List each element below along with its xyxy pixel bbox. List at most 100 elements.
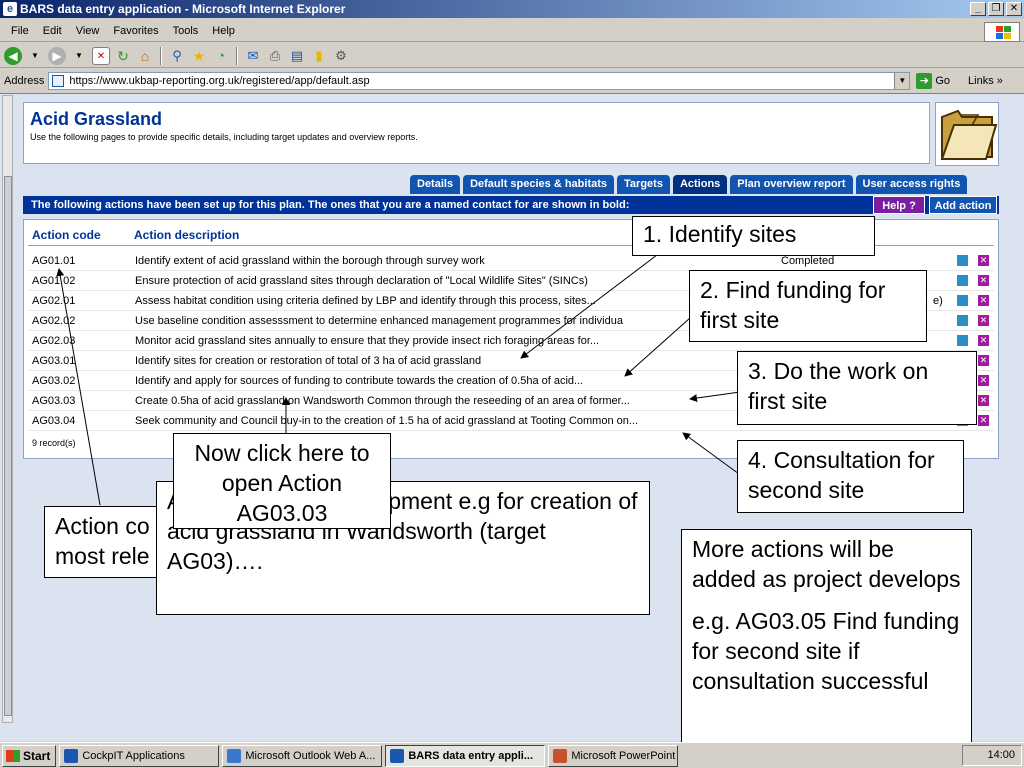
column-header-code[interactable]: Action code xyxy=(32,228,101,242)
window-title: BARS data entry application - Microsoft … xyxy=(20,2,346,16)
action-description[interactable]: Identify and apply for sources of fundin… xyxy=(135,371,583,391)
favorites-icon[interactable]: ★ xyxy=(190,47,208,65)
callout-find-funding: 2. Find funding for first site xyxy=(689,270,927,342)
action-code[interactable]: AG02.02 xyxy=(32,311,75,331)
action-description[interactable]: Identify sites for creation or restorati… xyxy=(135,351,481,371)
clock: 14:00 xyxy=(987,749,1015,761)
tab-plan-overview-report[interactable]: Plan overview report xyxy=(730,175,853,194)
delete-action-icon[interactable]: ✕ xyxy=(978,275,989,286)
go-button[interactable]: ➔ Go xyxy=(916,73,950,89)
history-icon[interactable]: ◔ xyxy=(212,47,230,65)
go-arrow-icon: ➔ xyxy=(916,73,933,89)
action-description[interactable]: Seek community and Council buy-in to the… xyxy=(135,411,638,431)
menu-help[interactable]: Help xyxy=(205,25,242,37)
menu-edit[interactable]: Edit xyxy=(36,25,69,37)
restore-button[interactable]: ❐ xyxy=(988,2,1004,16)
start-button[interactable]: Start xyxy=(2,744,57,767)
delete-action-icon[interactable]: ✕ xyxy=(978,255,989,266)
delete-action-icon[interactable]: ✕ xyxy=(978,295,989,306)
menu-view[interactable]: View xyxy=(69,25,107,37)
mail-icon[interactable]: ✉ xyxy=(244,47,262,65)
menu-favorites[interactable]: Favorites xyxy=(106,25,165,37)
window-titlebar: e BARS data entry application - Microsof… xyxy=(0,0,1024,18)
delete-action-icon[interactable]: ✕ xyxy=(978,355,989,366)
delete-action-icon[interactable]: ✕ xyxy=(978,315,989,326)
tab-user-access-rights[interactable]: User access rights xyxy=(855,175,968,194)
add-action-button[interactable]: Add action xyxy=(929,196,997,214)
plan-tabs: Details Default species & habitats Targe… xyxy=(410,175,968,194)
task-bars[interactable]: BARS data entry appli... xyxy=(385,744,546,767)
back-icon[interactable]: ◀ xyxy=(4,46,22,65)
edit-icon[interactable]: ▤ xyxy=(288,47,306,65)
task-label: BARS data entry appli... xyxy=(408,749,534,762)
menu-bar: File Edit View Favorites Tools Help xyxy=(0,21,1024,42)
stop-icon[interactable]: ✕ xyxy=(92,46,110,65)
action-code[interactable]: AG02.01 xyxy=(32,291,75,311)
action-code[interactable]: AG03.01 xyxy=(32,351,75,371)
task-outlook[interactable]: Microsoft Outlook Web A... xyxy=(222,744,383,767)
task-label: Microsoft Outlook Web A... xyxy=(245,749,376,762)
example-action-text: e.g. AG03.05 Find funding for second sit… xyxy=(692,608,960,694)
address-input[interactable]: https://www.ukbap-reporting.org.uk/regis… xyxy=(48,72,911,90)
tab-actions[interactable]: Actions xyxy=(672,175,728,194)
vertical-scrollbar[interactable] xyxy=(2,95,13,723)
links-button[interactable]: Links » xyxy=(968,75,1003,87)
discuss-icon[interactable]: ▮ xyxy=(310,47,328,65)
action-description[interactable]: Create 0.5ha of acid grassland on Wandsw… xyxy=(135,391,630,411)
column-header-description[interactable]: Action description xyxy=(134,228,239,242)
action-description[interactable]: Use baseline condition assesssment to de… xyxy=(135,311,623,331)
tab-details[interactable]: Details xyxy=(410,175,461,194)
task-cockpit[interactable]: CockpIT Applications xyxy=(59,744,220,767)
print-icon[interactable]: ⎙ xyxy=(266,47,284,65)
task-label: Microsoft PowerPoint - xyxy=(571,749,679,762)
page-title: Acid Grassland xyxy=(30,109,163,129)
close-button[interactable]: ✕ xyxy=(1006,2,1022,16)
action-description[interactable]: Identify extent of acid grassland within… xyxy=(135,251,485,271)
edit-action-icon[interactable] xyxy=(957,255,968,266)
toolbar: ◀ ▼ ▶ ▼ ✕ ↻ ⌂ ⚲ ★ ◔ ✉ ⎙ ▤ ▮ ⚙ xyxy=(0,44,1024,68)
edit-action-icon[interactable] xyxy=(957,295,968,306)
action-code[interactable]: AG03.02 xyxy=(32,371,75,391)
forward-dropdown-icon[interactable]: ▼ xyxy=(70,47,88,65)
delete-action-icon[interactable]: ✕ xyxy=(978,415,989,426)
address-dropdown-icon[interactable]: ▼ xyxy=(894,73,910,89)
edit-action-icon[interactable] xyxy=(957,315,968,326)
callout-more-actions: More actions will be added as project de… xyxy=(681,529,972,768)
delete-action-icon[interactable]: ✕ xyxy=(978,395,989,406)
action-description[interactable]: Monitor acid grassland sites annually to… xyxy=(135,331,599,351)
edit-action-icon[interactable] xyxy=(957,335,968,346)
home-icon[interactable]: ⌂ xyxy=(136,47,154,65)
action-description[interactable]: Ensure protection of acid grassland site… xyxy=(135,271,588,291)
action-code[interactable]: AG03.04 xyxy=(32,411,75,431)
search-icon[interactable]: ⚲ xyxy=(168,47,186,65)
action-code[interactable]: AG03.03 xyxy=(32,391,75,411)
refresh-icon[interactable]: ↻ xyxy=(114,47,132,65)
delete-action-icon[interactable]: ✕ xyxy=(978,375,989,386)
tab-targets[interactable]: Targets xyxy=(617,175,670,194)
minimize-button[interactable]: _ xyxy=(970,2,986,16)
start-label: Start xyxy=(23,748,51,763)
help-button[interactable]: Help ? xyxy=(873,196,925,214)
action-code[interactable]: AG02.03 xyxy=(32,331,75,351)
delete-action-icon[interactable]: ✕ xyxy=(978,335,989,346)
edit-action-icon[interactable] xyxy=(957,275,968,286)
callout-identify-sites: 1. Identify sites xyxy=(632,216,875,256)
callout-click-here: Now click here to open Action AG03.03 xyxy=(173,433,391,529)
tab-default-species-habitats[interactable]: Default species & habitats xyxy=(463,175,615,194)
action-code[interactable]: AG01.01 xyxy=(32,251,75,271)
callout-do-work: 3. Do the work on first site xyxy=(737,351,977,425)
address-bar: Address https://www.ukbap-reporting.org.… xyxy=(0,70,1024,92)
task-powerpoint[interactable]: Microsoft PowerPoint - xyxy=(548,744,679,767)
scrollbar-thumb[interactable] xyxy=(4,176,12,716)
menu-tools[interactable]: Tools xyxy=(166,25,206,37)
page-icon xyxy=(52,75,65,87)
forward-icon[interactable]: ▶ xyxy=(48,46,66,65)
messenger-icon[interactable]: ⚙ xyxy=(332,47,350,65)
task-label: CockpIT Applications xyxy=(82,749,185,762)
powerpoint-icon xyxy=(553,748,568,763)
menu-file[interactable]: File xyxy=(4,25,36,37)
action-code[interactable]: AG01.02 xyxy=(32,271,75,291)
back-dropdown-icon[interactable]: ▼ xyxy=(26,47,44,65)
actions-info-bar: The following actions have been set up f… xyxy=(23,196,999,214)
action-description[interactable]: Assess habitat condition using criteria … xyxy=(135,291,596,311)
